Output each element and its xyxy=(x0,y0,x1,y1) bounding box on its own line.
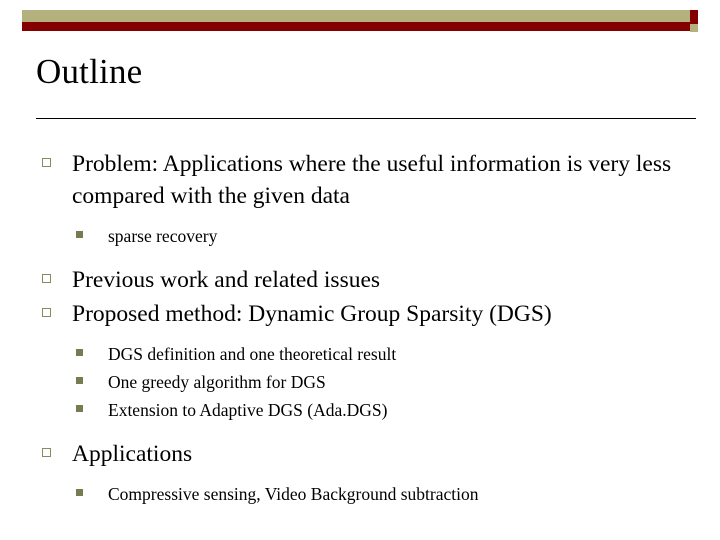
list-item: Previous work and related issues xyxy=(36,264,700,296)
filled-square-bullet-icon xyxy=(76,489,83,496)
list-item: sparse recovery xyxy=(36,222,700,250)
decorative-top-bar xyxy=(0,0,720,38)
list-item-label: Applications xyxy=(72,441,193,467)
list-item-label: Problem: Applications where the useful i… xyxy=(72,151,672,209)
filled-square-bullet-icon xyxy=(76,377,83,384)
filled-square-bullet-icon xyxy=(76,349,83,356)
top-bar-right-maroon-block xyxy=(690,10,698,22)
filled-square-bullet-icon xyxy=(76,231,83,238)
list-item: Problem: Applications where the useful i… xyxy=(36,148,700,212)
list-item-label: DGS definition and one theoretical resul… xyxy=(108,344,397,364)
hollow-square-bullet-icon xyxy=(42,274,51,283)
list-item: DGS definition and one theoretical resul… xyxy=(36,340,700,368)
outline-list: Problem: Applications where the useful i… xyxy=(36,148,700,508)
hollow-square-bullet-icon xyxy=(42,308,51,317)
page-title: Outline xyxy=(36,52,143,91)
list-item: Applications xyxy=(36,438,700,470)
list-item-label: sparse recovery xyxy=(108,226,218,246)
list-item-label: Compressive sensing, Video Background su… xyxy=(108,484,479,504)
hollow-square-bullet-icon xyxy=(42,158,51,167)
list-item: Proposed method: Dynamic Group Sparsity … xyxy=(36,298,700,330)
filled-square-bullet-icon xyxy=(76,405,83,412)
slide: Outline Problem: Applications where the … xyxy=(0,0,720,540)
list-item-label: Previous work and related issues xyxy=(72,267,381,293)
top-bar-khaki-stripe xyxy=(22,10,698,22)
top-bar-maroon-stripe xyxy=(22,22,698,31)
list-item: One greedy algorithm for DGS xyxy=(36,368,700,396)
top-bar-right-khaki-block xyxy=(690,24,698,32)
list-item-label: One greedy algorithm for DGS xyxy=(108,372,326,392)
title-underline xyxy=(36,118,696,119)
list-item: Compressive sensing, Video Background su… xyxy=(36,480,700,508)
list-item-label: Proposed method: Dynamic Group Sparsity … xyxy=(72,301,552,327)
hollow-square-bullet-icon xyxy=(42,448,51,457)
list-item-label: Extension to Adaptive DGS (Ada.DGS) xyxy=(108,400,388,420)
list-item: Extension to Adaptive DGS (Ada.DGS) xyxy=(36,396,700,424)
